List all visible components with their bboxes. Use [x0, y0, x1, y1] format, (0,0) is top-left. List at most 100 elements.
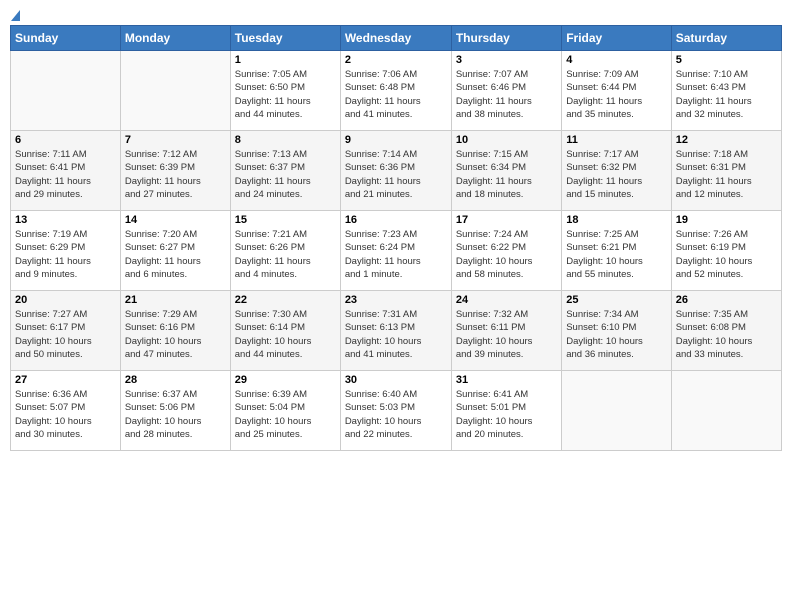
- day-number: 21: [125, 294, 226, 306]
- cell-week1-day0: [11, 51, 121, 131]
- day-number: 4: [566, 54, 666, 66]
- cell-week2-day3: 9Sunrise: 7:14 AM Sunset: 6:36 PM Daylig…: [340, 131, 451, 211]
- cell-week5-day6: [671, 371, 781, 451]
- week-row-3: 13 Sunrise: 7:19 AM Sunset: 6:29 PM Dayli…: [11, 211, 782, 291]
- col-sunday: Sunday: [11, 26, 121, 51]
- cell-week3-day4: 17 Sunrise: 7:24 AM Sunset: 6:22 PM Dayli…: [451, 211, 561, 291]
- col-tuesday: Tuesday: [230, 26, 340, 51]
- day-info: Sunrise: 7:07 AM Sunset: 6:46 PM Dayligh…: [456, 68, 557, 121]
- col-thursday: Thursday: [451, 26, 561, 51]
- day-info: Sunrise: 7:27 AM Sunset: 6:17 PM Dayligh…: [15, 308, 116, 361]
- cell-week3-day0: 13 Sunrise: 7:19 AM Sunset: 6:29 PM Dayli…: [11, 211, 121, 291]
- cell-week3-day2: 15 Sunrise: 7:21 AM Sunset: 6:26 PM Dayli…: [230, 211, 340, 291]
- col-saturday: Saturday: [671, 26, 781, 51]
- cell-week5-day0: 27Sunrise: 6:36 AM Sunset: 5:07 PM Dayli…: [11, 371, 121, 451]
- day-info: Sunrise: 7:17 AM Sunset: 6:32 PM Dayligh…: [566, 148, 666, 201]
- cell-week1-day3: 2 Sunrise: 7:06 AM Sunset: 6:48 PM Daylig…: [340, 51, 451, 131]
- day-number: 14: [125, 214, 226, 226]
- cell-week1-day4: 3 Sunrise: 7:07 AM Sunset: 6:46 PM Daylig…: [451, 51, 561, 131]
- cell-week5-day3: 30 Sunrise: 6:40 AM Sunset: 5:03 PM Dayli…: [340, 371, 451, 451]
- cell-week5-day2: 29 Sunrise: 6:39 AM Sunset: 5:04 PM Dayli…: [230, 371, 340, 451]
- day-info: Sunrise: 7:20 AM Sunset: 6:27 PM Dayligh…: [125, 228, 226, 281]
- day-info: Sunrise: 7:18 AM Sunset: 6:31 PM Dayligh…: [676, 148, 777, 201]
- day-info: Sunrise: 7:35 AM Sunset: 6:08 PM Dayligh…: [676, 308, 777, 361]
- week-row-2: 6Sunrise: 7:11 AM Sunset: 6:41 PM Daylig…: [11, 131, 782, 211]
- day-number: 23: [345, 294, 447, 306]
- day-info: Sunrise: 7:13 AM Sunset: 6:37 PM Dayligh…: [235, 148, 336, 201]
- day-number: 16: [345, 214, 447, 226]
- cell-week3-day1: 14 Sunrise: 7:20 AM Sunset: 6:27 PM Dayli…: [120, 211, 230, 291]
- day-number: 15: [235, 214, 336, 226]
- cell-week4-day5: 25 Sunrise: 7:34 AM Sunset: 6:10 PM Dayli…: [562, 291, 671, 371]
- cell-week2-day4: 10 Sunrise: 7:15 AM Sunset: 6:34 PM Dayli…: [451, 131, 561, 211]
- day-number: 20: [15, 294, 116, 306]
- day-number: 2: [345, 54, 447, 66]
- cell-week2-day2: 8 Sunrise: 7:13 AM Sunset: 6:37 PM Daylig…: [230, 131, 340, 211]
- cell-week5-day1: 28Sunrise: 6:37 AM Sunset: 5:06 PM Dayli…: [120, 371, 230, 451]
- day-number: 29: [235, 374, 336, 386]
- cell-week4-day6: 26Sunrise: 7:35 AM Sunset: 6:08 PM Dayli…: [671, 291, 781, 371]
- day-info: Sunrise: 7:10 AM Sunset: 6:43 PM Dayligh…: [676, 68, 777, 121]
- calendar-header: Sunday Monday Tuesday Wednesday Thursday…: [11, 26, 782, 51]
- day-number: 7: [125, 134, 226, 146]
- day-number: 30: [345, 374, 447, 386]
- day-number: 28: [125, 374, 226, 386]
- day-number: 18: [566, 214, 666, 226]
- header-row: Sunday Monday Tuesday Wednesday Thursday…: [11, 26, 782, 51]
- day-number: 17: [456, 214, 557, 226]
- day-number: 10: [456, 134, 557, 146]
- week-row-4: 20 Sunrise: 7:27 AM Sunset: 6:17 PM Dayli…: [11, 291, 782, 371]
- day-info: Sunrise: 7:25 AM Sunset: 6:21 PM Dayligh…: [566, 228, 666, 281]
- col-monday: Monday: [120, 26, 230, 51]
- day-info: Sunrise: 7:12 AM Sunset: 6:39 PM Dayligh…: [125, 148, 226, 201]
- day-info: Sunrise: 6:40 AM Sunset: 5:03 PM Dayligh…: [345, 388, 447, 441]
- day-info: Sunrise: 7:09 AM Sunset: 6:44 PM Dayligh…: [566, 68, 666, 121]
- day-info: Sunrise: 7:21 AM Sunset: 6:26 PM Dayligh…: [235, 228, 336, 281]
- cell-week1-day1: [120, 51, 230, 131]
- cell-week4-day4: 24Sunrise: 7:32 AM Sunset: 6:11 PM Dayli…: [451, 291, 561, 371]
- day-number: 22: [235, 294, 336, 306]
- day-info: Sunrise: 6:39 AM Sunset: 5:04 PM Dayligh…: [235, 388, 336, 441]
- week-row-1: 1 Sunrise: 7:05 AM Sunset: 6:50 PM Daylig…: [11, 51, 782, 131]
- cell-week1-day5: 4 Sunrise: 7:09 AM Sunset: 6:44 PM Daylig…: [562, 51, 671, 131]
- cell-week4-day3: 23Sunrise: 7:31 AM Sunset: 6:13 PM Dayli…: [340, 291, 451, 371]
- day-number: 3: [456, 54, 557, 66]
- day-number: 31: [456, 374, 557, 386]
- day-info: Sunrise: 7:23 AM Sunset: 6:24 PM Dayligh…: [345, 228, 447, 281]
- cell-week3-day3: 16 Sunrise: 7:23 AM Sunset: 6:24 PM Dayli…: [340, 211, 451, 291]
- day-number: 8: [235, 134, 336, 146]
- day-info: Sunrise: 6:41 AM Sunset: 5:01 PM Dayligh…: [456, 388, 557, 441]
- cell-week2-day5: 11 Sunrise: 7:17 AM Sunset: 6:32 PM Dayli…: [562, 131, 671, 211]
- cell-week2-day1: 7 Sunrise: 7:12 AM Sunset: 6:39 PM Daylig…: [120, 131, 230, 211]
- day-info: Sunrise: 7:14 AM Sunset: 6:36 PM Dayligh…: [345, 148, 447, 201]
- day-number: 6: [15, 134, 116, 146]
- day-info: Sunrise: 7:34 AM Sunset: 6:10 PM Dayligh…: [566, 308, 666, 361]
- day-info: Sunrise: 7:06 AM Sunset: 6:48 PM Dayligh…: [345, 68, 447, 121]
- cell-week2-day6: 12 Sunrise: 7:18 AM Sunset: 6:31 PM Dayli…: [671, 131, 781, 211]
- header: [10, 10, 782, 19]
- day-number: 11: [566, 134, 666, 146]
- day-info: Sunrise: 7:30 AM Sunset: 6:14 PM Dayligh…: [235, 308, 336, 361]
- day-number: 13: [15, 214, 116, 226]
- day-number: 25: [566, 294, 666, 306]
- logo-icon: [11, 10, 20, 21]
- day-number: 12: [676, 134, 777, 146]
- cell-week2-day0: 6Sunrise: 7:11 AM Sunset: 6:41 PM Daylig…: [11, 131, 121, 211]
- cell-week1-day2: 1 Sunrise: 7:05 AM Sunset: 6:50 PM Daylig…: [230, 51, 340, 131]
- day-info: Sunrise: 7:29 AM Sunset: 6:16 PM Dayligh…: [125, 308, 226, 361]
- col-friday: Friday: [562, 26, 671, 51]
- cell-week4-day0: 20 Sunrise: 7:27 AM Sunset: 6:17 PM Dayli…: [11, 291, 121, 371]
- col-wednesday: Wednesday: [340, 26, 451, 51]
- calendar-table: Sunday Monday Tuesday Wednesday Thursday…: [10, 25, 782, 451]
- day-number: 1: [235, 54, 336, 66]
- cell-week1-day6: 5Sunrise: 7:10 AM Sunset: 6:43 PM Daylig…: [671, 51, 781, 131]
- cell-week5-day4: 31 Sunrise: 6:41 AM Sunset: 5:01 PM Dayli…: [451, 371, 561, 451]
- day-info: Sunrise: 7:19 AM Sunset: 6:29 PM Dayligh…: [15, 228, 116, 281]
- day-number: 24: [456, 294, 557, 306]
- day-info: Sunrise: 7:15 AM Sunset: 6:34 PM Dayligh…: [456, 148, 557, 201]
- cell-week3-day5: 18 Sunrise: 7:25 AM Sunset: 6:21 PM Dayli…: [562, 211, 671, 291]
- day-info: Sunrise: 7:24 AM Sunset: 6:22 PM Dayligh…: [456, 228, 557, 281]
- day-info: Sunrise: 7:05 AM Sunset: 6:50 PM Dayligh…: [235, 68, 336, 121]
- logo: [10, 10, 20, 19]
- cell-week5-day5: [562, 371, 671, 451]
